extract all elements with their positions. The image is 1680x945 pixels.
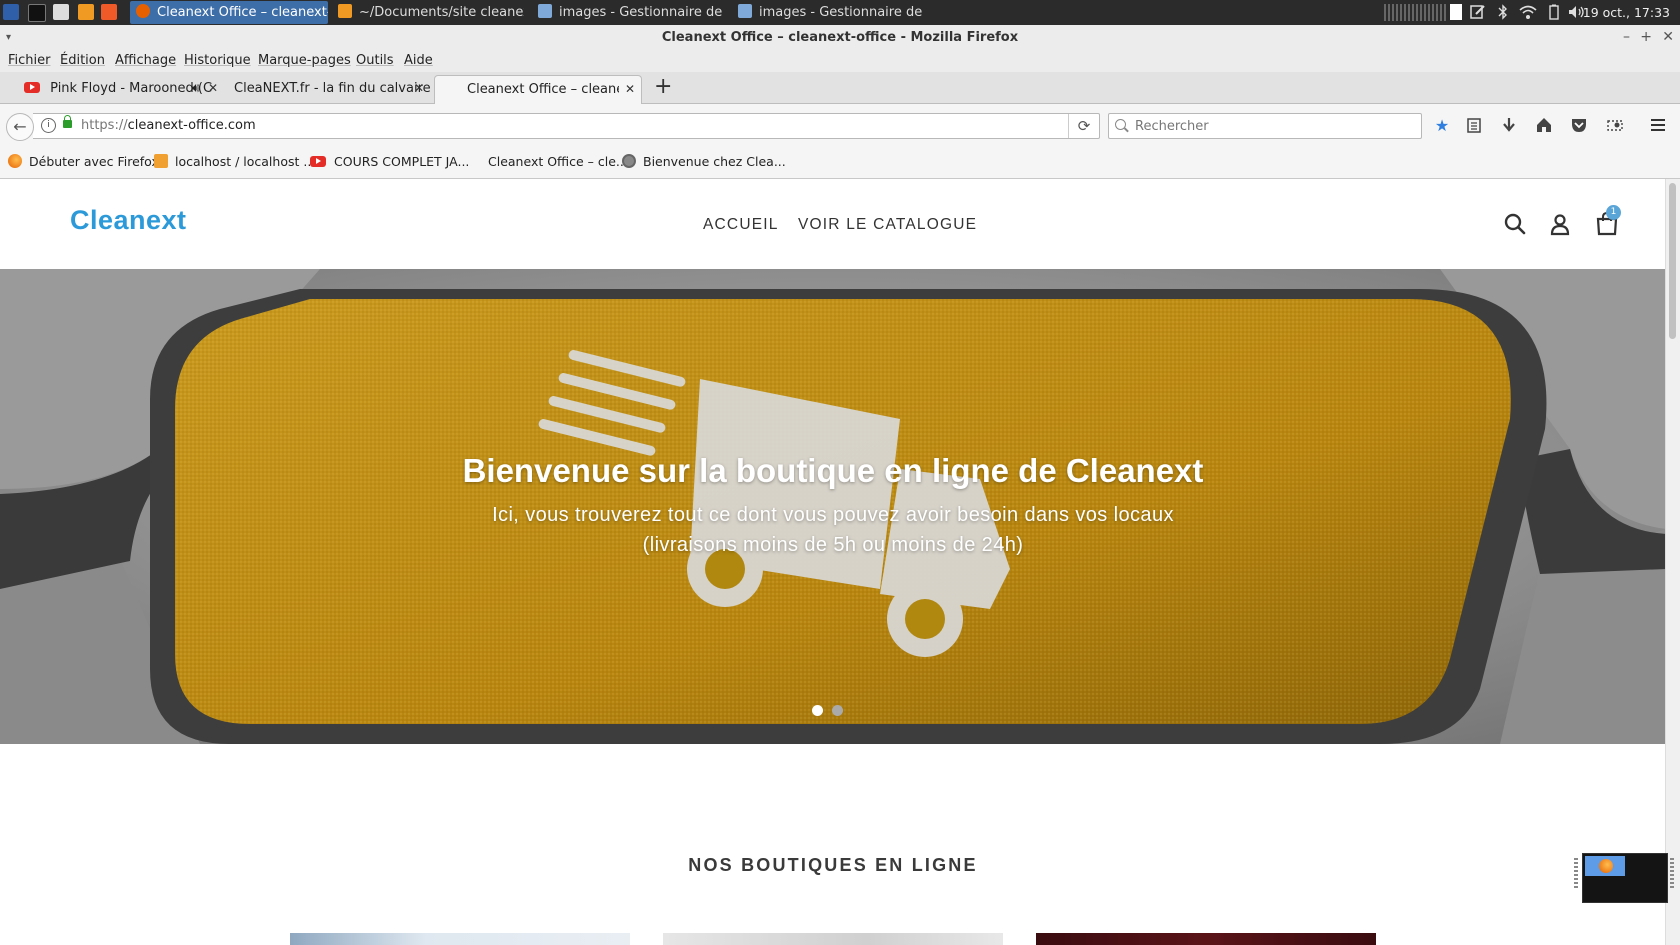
close-icon[interactable]: ✕ xyxy=(1662,25,1674,50)
bookmark-localhost[interactable]: localhost / localhost ... xyxy=(154,154,315,169)
search-input[interactable] xyxy=(1133,116,1417,136)
menu-historique[interactable]: Historique xyxy=(184,53,251,68)
text-editor-icon[interactable] xyxy=(53,4,69,20)
nav-catalogue[interactable]: VOIR LE CATALOGUE xyxy=(798,216,977,234)
sublime-icon[interactable] xyxy=(78,4,94,20)
reload-icon[interactable]: ⟳ xyxy=(1068,114,1099,138)
cpu-monitor-icon xyxy=(1384,4,1446,21)
site-logo[interactable]: Cleanext xyxy=(70,205,187,236)
url-text[interactable]: https://cleanext-office.com xyxy=(81,118,256,133)
shop-card-3[interactable] xyxy=(1036,933,1376,945)
tab-pink-floyd[interactable]: Pink Floyd - Marooned (C 🔊︎ ✕ xyxy=(24,75,218,102)
firefox-icon xyxy=(8,154,22,168)
new-tab-button[interactable]: + xyxy=(654,74,672,99)
menu-outils[interactable]: Outils xyxy=(356,53,394,68)
scrollbar-thumb[interactable] xyxy=(1669,183,1676,339)
window-titlebar: ▾ Cleanext Office – cleanext-office - Mo… xyxy=(0,25,1680,50)
download-icon[interactable] xyxy=(1499,116,1519,136)
bookmarks-list-icon[interactable] xyxy=(1464,116,1484,136)
bookmark-cours-complet[interactable]: COURS COMPLET JA... xyxy=(310,154,469,169)
drag-handle-left[interactable] xyxy=(1574,858,1578,890)
hero-title: Bienvenue sur la boutique en ligne de Cl… xyxy=(462,452,1204,489)
lock-icon[interactable] xyxy=(63,115,72,128)
bookmark-cleanext-office[interactable]: Cleanext Office – cle... xyxy=(488,154,628,169)
close-tab-icon[interactable]: ✕ xyxy=(414,75,424,102)
drag-handle-right[interactable] xyxy=(1670,858,1674,890)
screenshot-icon[interactable] xyxy=(1605,116,1625,136)
taskbar-window-sublime[interactable]: ~/Documents/site cleanext/... xyxy=(332,1,524,24)
terminal-icon[interactable] xyxy=(28,4,46,22)
search-icon[interactable] xyxy=(1502,211,1528,237)
clock[interactable]: 19 oct., 17:33 xyxy=(1583,0,1670,25)
slide-dot-2[interactable] xyxy=(832,705,843,716)
tab-cleanext-fr[interactable]: CleaNEXT.fr - la fin du calvaire ✕ xyxy=(234,75,431,102)
phpmyadmin-icon xyxy=(154,154,168,168)
firefox-icon xyxy=(1585,856,1625,876)
search-bar[interactable] xyxy=(1108,113,1422,139)
tab-bar: Pink Floyd - Marooned (C 🔊︎ ✕ CleaNEXT.f… xyxy=(0,72,1680,104)
menu-bar: Fichier Édition Affichage Historique Mar… xyxy=(0,50,1680,72)
close-tab-icon[interactable]: ✕ xyxy=(208,75,218,102)
slide-dot-1[interactable] xyxy=(812,705,823,716)
info-icon[interactable]: i xyxy=(41,118,56,133)
bookmarks-bar: Débuter avec Firefox localhost / localho… xyxy=(0,146,1680,179)
globe-icon xyxy=(622,154,636,168)
bluetooth-icon[interactable] xyxy=(1495,4,1511,20)
speaker-icon[interactable]: 🔊︎ xyxy=(192,75,200,102)
folder-icon xyxy=(738,4,752,18)
wifi-icon[interactable] xyxy=(1518,4,1538,20)
account-icon[interactable] xyxy=(1547,211,1573,237)
back-button[interactable]: ← xyxy=(6,113,34,141)
site-header: Cleanext ACCUEIL VOIR LE CATALOGUE 1 xyxy=(0,179,1666,269)
minimize-icon[interactable]: – xyxy=(1623,25,1630,50)
edit-icon[interactable] xyxy=(1470,4,1486,20)
menu-fichier[interactable]: Fichier xyxy=(8,53,51,68)
home-icon[interactable] xyxy=(1534,116,1554,136)
folder-icon xyxy=(538,4,552,18)
bookmark-star-icon[interactable]: ★ xyxy=(1432,116,1452,136)
notes-icon[interactable] xyxy=(1450,4,1462,20)
bookmark-bienvenue-cleanext[interactable]: Bienvenue chez Clea... xyxy=(622,154,786,169)
menu-edition[interactable]: Édition xyxy=(60,53,105,68)
hero-slideshow[interactable]: Bienvenue sur la boutique en ligne de Cl… xyxy=(0,269,1666,744)
sublime-icon xyxy=(338,4,352,18)
search-icon xyxy=(1115,119,1126,130)
page-scrollbar[interactable] xyxy=(1665,179,1680,945)
pocket-icon[interactable] xyxy=(1569,116,1589,136)
cart-count-badge: 1 xyxy=(1606,205,1621,220)
section-title: NOS BOUTIQUES EN LIGNE xyxy=(688,855,978,875)
menu-marque-pages[interactable]: Marque-pages xyxy=(258,53,351,68)
nav-accueil[interactable]: ACCUEIL xyxy=(703,216,779,234)
window-menu-icon[interactable]: ▾ xyxy=(6,25,11,50)
app-menu-icon[interactable] xyxy=(3,4,19,20)
page-viewport: Cleanext ACCUEIL VOIR LE CATALOGUE 1 Bie… xyxy=(0,179,1666,945)
shop-card-2[interactable] xyxy=(663,933,1003,945)
bookmark-debuter-firefox[interactable]: Débuter avec Firefox xyxy=(8,154,159,169)
taskbar-window-files-2[interactable]: images - Gestionnaire de fic... xyxy=(732,1,926,24)
taskbar-window-firefox[interactable]: Cleanext Office – cleanext-o... xyxy=(130,1,328,24)
hero-subtitle: Ici, vous trouverez tout ce dont vous po… xyxy=(492,504,1174,556)
shop-card-1[interactable] xyxy=(290,933,630,945)
system-taskbar: Cleanext Office – cleanext-o... ~/Docume… xyxy=(0,0,1680,25)
tab-cleanext-office[interactable]: Cleanext Office – cleanext-c ✕ xyxy=(434,75,642,104)
firefox-icon xyxy=(136,4,150,18)
youtube-icon xyxy=(24,82,40,93)
taskbar-window-files-1[interactable]: images - Gestionnaire de fic... xyxy=(532,1,726,24)
url-bar[interactable]: i https://cleanext-office.com ⟳ xyxy=(33,113,1100,139)
hamburger-menu-icon[interactable] xyxy=(1648,116,1668,136)
xampp-icon[interactable] xyxy=(101,4,117,20)
floating-window-preview[interactable] xyxy=(1582,853,1668,903)
battery-icon[interactable] xyxy=(1546,4,1562,20)
youtube-icon xyxy=(310,156,326,167)
navigation-toolbar: i https://cleanext-office.com ⟳ ← ★ xyxy=(0,104,1680,146)
close-tab-icon[interactable]: ✕ xyxy=(625,76,635,103)
menu-aide[interactable]: Aide xyxy=(404,53,433,68)
maximize-icon[interactable]: + xyxy=(1640,25,1652,50)
menu-affichage[interactable]: Affichage xyxy=(115,53,176,68)
window-title: Cleanext Office – cleanext-office - Mozi… xyxy=(661,30,1019,45)
